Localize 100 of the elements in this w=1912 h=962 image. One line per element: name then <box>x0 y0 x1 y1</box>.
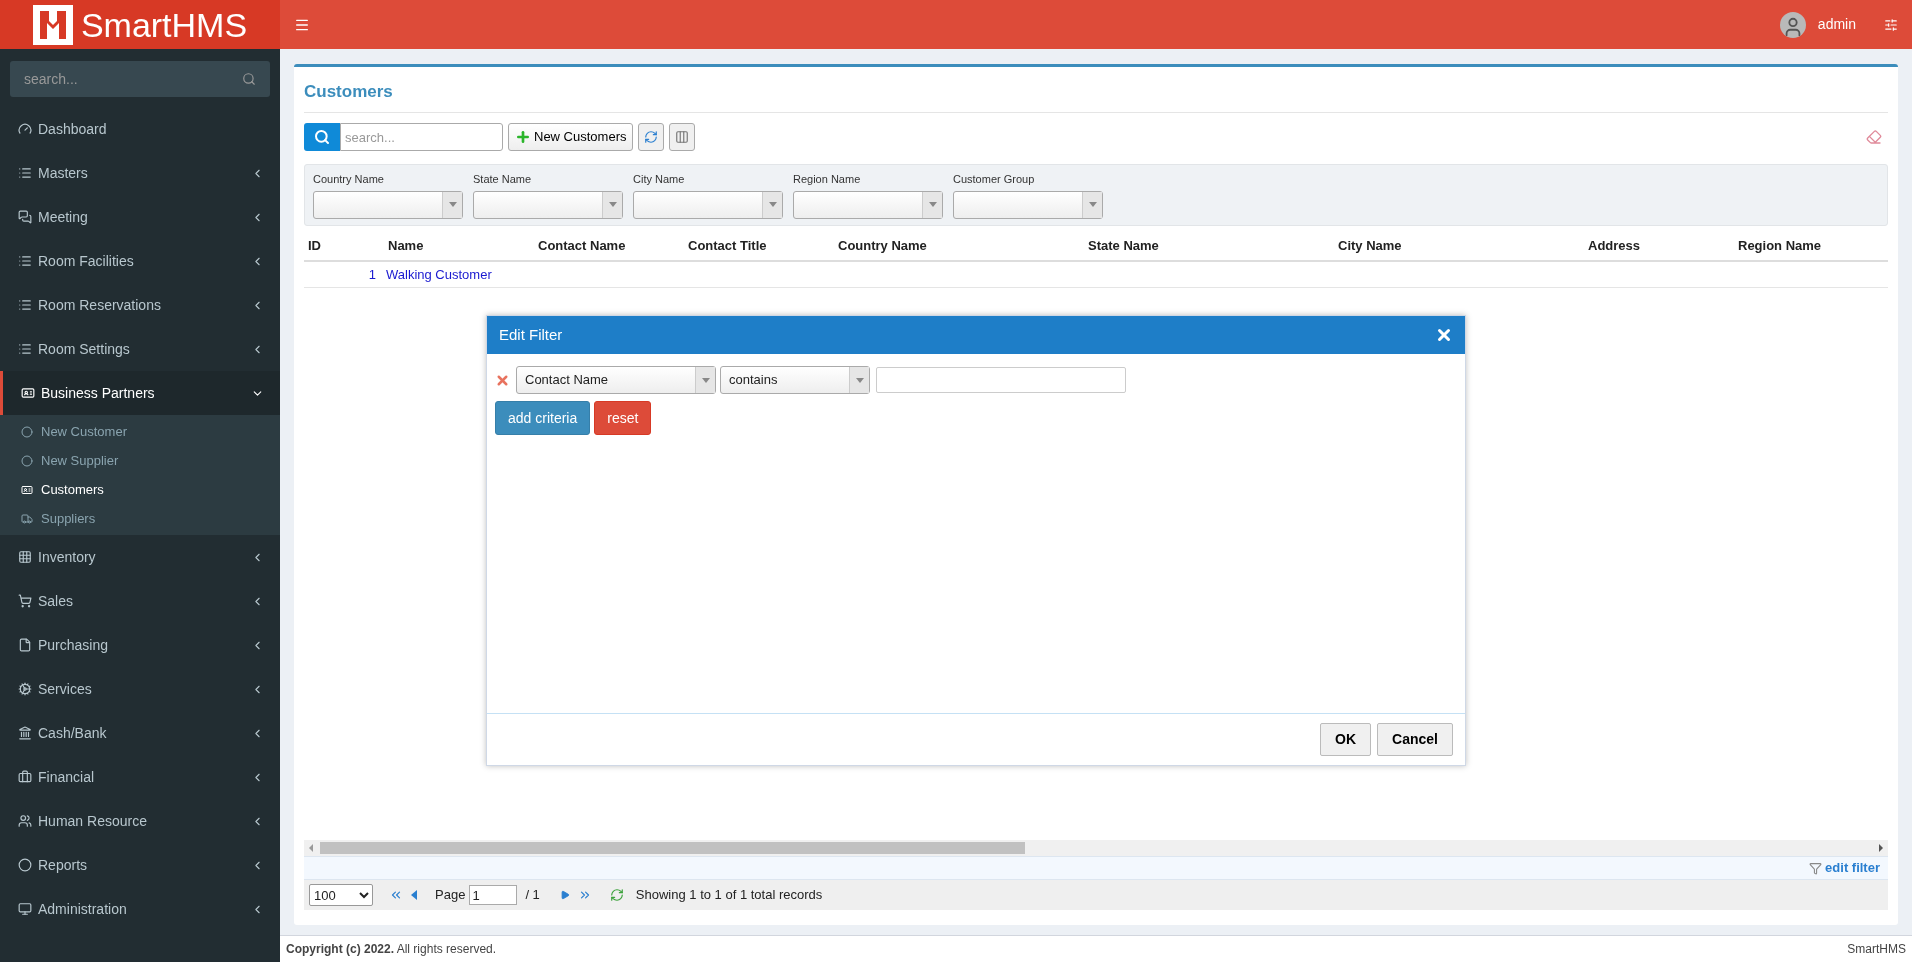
sidebar-item[interactable]: Human Resource <box>0 799 280 843</box>
page-size-select[interactable]: 100 <box>309 884 373 906</box>
list-icon <box>18 298 32 312</box>
sidebar-item[interactable]: Financial <box>0 755 280 799</box>
columns-icon <box>675 130 690 144</box>
bank-icon <box>18 726 32 740</box>
brand-name: SmartHMS <box>80 7 248 42</box>
column-header[interactable]: State Name <box>1084 236 1334 256</box>
filter-dropdown[interactable] <box>473 190 623 219</box>
file-icon <box>18 638 32 652</box>
reload-icon[interactable] <box>609 888 624 902</box>
column-header[interactable]: ID <box>304 236 384 256</box>
submenu-item[interactable]: New Customer <box>0 417 280 446</box>
column-header[interactable]: Contact Name <box>534 236 684 256</box>
dropdown-arrow-icon <box>701 377 710 383</box>
search-button[interactable] <box>304 123 340 151</box>
avatar-icon[interactable] <box>1779 11 1806 38</box>
footer-brand: SmartHMS <box>1847 941 1906 958</box>
submenu-item[interactable]: New Supplier <box>0 446 280 475</box>
filter-dropdown[interactable] <box>793 190 943 219</box>
field-dropdown[interactable]: Contact Name <box>516 366 716 394</box>
column-header[interactable]: Name <box>384 236 534 256</box>
submenu-item[interactable]: Customers <box>0 475 280 504</box>
filter-label: Customer Group <box>953 172 1036 187</box>
filter-dropdown[interactable] <box>953 190 1103 219</box>
cart-icon <box>18 594 32 608</box>
reset-button[interactable]: reset <box>594 401 652 435</box>
page-title: Customers <box>304 80 393 103</box>
ok-button[interactable]: OK <box>1320 723 1372 756</box>
name-link[interactable]: Walking Customer <box>384 264 492 285</box>
list-icon <box>18 254 32 268</box>
sidebar-search-field[interactable]: search... <box>10 61 270 97</box>
close-icon[interactable] <box>1435 326 1453 344</box>
filter-label: State Name <box>473 172 533 187</box>
next-page-icon[interactable] <box>559 890 570 900</box>
logo-icon <box>32 4 73 45</box>
dropdown-arrow-icon <box>608 202 617 207</box>
user-name[interactable]: admin <box>1817 14 1856 35</box>
column-header[interactable]: Country Name <box>834 236 1084 256</box>
operator-dropdown[interactable]: contains <box>720 366 870 394</box>
sidebar-item[interactable]: Business Partners <box>0 371 280 415</box>
grid-search-field[interactable]: search... <box>340 123 503 151</box>
dropdown-arrow-icon <box>768 202 777 207</box>
new-customers-button[interactable]: New Customers <box>508 123 634 151</box>
sidebar-item[interactable]: Administration <box>0 887 280 931</box>
columns-button[interactable] <box>669 123 696 151</box>
id-card-icon <box>21 483 33 496</box>
truck-icon <box>21 512 33 525</box>
list-icon <box>18 342 32 356</box>
remove-criteria-icon[interactable] <box>495 372 510 388</box>
filter-icon <box>1809 861 1823 875</box>
scroll-left-icon[interactable] <box>308 844 314 852</box>
edit-filter-link[interactable]: edit filter <box>1809 858 1880 878</box>
page-number-field[interactable]: 1 <box>469 885 518 905</box>
dropdown-arrow-icon <box>1088 202 1097 207</box>
add-criteria-button[interactable]: add criteria <box>495 401 591 435</box>
sidebar-item[interactable]: Purchasing <box>0 623 280 667</box>
sidebar-item[interactable]: Sales <box>0 579 280 623</box>
scroll-thumb[interactable] <box>320 842 1025 854</box>
sidebar-item[interactable]: Room Settings <box>0 327 280 371</box>
horizontal-scrollbar[interactable] <box>304 840 1888 856</box>
sidebar-item[interactable]: Room Reservations <box>0 283 280 327</box>
users-icon <box>18 814 32 828</box>
sidebar-item[interactable]: Room Facilities <box>0 239 280 283</box>
column-header[interactable]: City Name <box>1334 236 1584 256</box>
settings-icon[interactable] <box>1884 17 1898 32</box>
eraser-icon[interactable] <box>1866 129 1882 145</box>
sidebar-item[interactable]: Meeting <box>0 195 280 239</box>
sidebar-item[interactable]: Inventory <box>0 535 280 579</box>
id-cell-text: 1 <box>367 265 377 284</box>
circle-icon <box>18 858 32 872</box>
dropdown-arrow-icon <box>448 202 457 207</box>
dashboard-icon <box>18 122 32 136</box>
circle-icon <box>21 454 33 467</box>
sidebar-item[interactable]: Masters <box>0 151 280 195</box>
refresh-button[interactable] <box>638 123 665 151</box>
column-header[interactable]: Region Name <box>1734 236 1874 256</box>
previous-page-icon[interactable] <box>411 890 417 900</box>
filter-dropdown[interactable] <box>313 190 463 219</box>
scroll-right-icon[interactable] <box>1878 844 1884 852</box>
cancel-button[interactable]: Cancel <box>1377 723 1453 756</box>
circle-icon <box>21 425 33 438</box>
first-page-icon[interactable] <box>389 888 403 902</box>
column-header[interactable]: Address <box>1584 236 1734 256</box>
briefcase-icon <box>18 770 32 784</box>
search-icon <box>314 129 330 145</box>
table-row[interactable]: 1 Walking Customer <box>304 262 1888 288</box>
filter-dropdown[interactable] <box>633 190 783 219</box>
sidebar-item[interactable]: Services <box>0 667 280 711</box>
sidebar-item[interactable]: Reports <box>0 843 280 887</box>
column-header[interactable]: Contact Title <box>684 236 834 256</box>
sidebar-item[interactable]: Dashboard <box>0 107 280 151</box>
page-label: Page <box>435 886 466 905</box>
sidebar-item[interactable]: Cash/Bank <box>0 711 280 755</box>
submenu-item[interactable]: Suppliers <box>0 504 280 533</box>
dropdown-arrow-icon <box>855 377 864 383</box>
value-field[interactable] <box>876 367 1126 393</box>
grid-icon <box>18 550 32 564</box>
copyright-text: Copyright (c) 2022. All rights reserved. <box>286 941 498 958</box>
id-card-icon <box>21 386 35 400</box>
